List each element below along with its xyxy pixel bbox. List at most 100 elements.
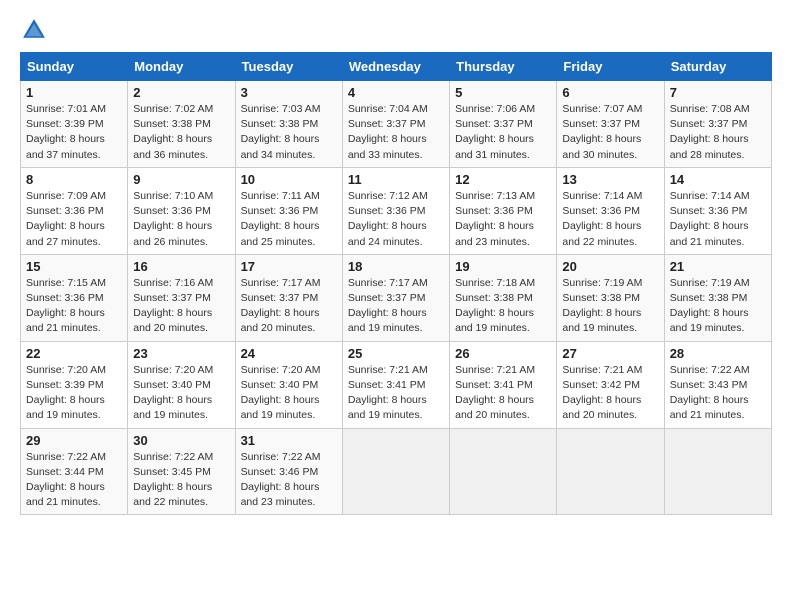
day-number: 20 <box>562 259 658 274</box>
day-number: 13 <box>562 172 658 187</box>
day-number: 10 <box>241 172 337 187</box>
calendar-week-2: 8 Sunrise: 7:09 AMSunset: 3:36 PMDaylight… <box>21 167 772 254</box>
day-detail: Sunrise: 7:03 AMSunset: 3:38 PMDaylight:… <box>241 102 337 163</box>
day-detail: Sunrise: 7:20 AMSunset: 3:40 PMDaylight:… <box>133 363 229 424</box>
day-number: 8 <box>26 172 122 187</box>
day-header-thursday: Thursday <box>450 53 557 81</box>
empty-cell <box>450 428 557 515</box>
day-cell-31: 31 Sunrise: 7:22 AMSunset: 3:46 PMDayligh… <box>235 428 342 515</box>
day-detail: Sunrise: 7:11 AMSunset: 3:36 PMDaylight:… <box>241 189 337 250</box>
day-cell-15: 15 Sunrise: 7:15 AMSunset: 3:36 PMDayligh… <box>21 254 128 341</box>
calendar-week-5: 29 Sunrise: 7:22 AMSunset: 3:44 PMDayligh… <box>21 428 772 515</box>
day-detail: Sunrise: 7:13 AMSunset: 3:36 PMDaylight:… <box>455 189 551 250</box>
day-detail: Sunrise: 7:21 AMSunset: 3:41 PMDaylight:… <box>348 363 444 424</box>
day-detail: Sunrise: 7:22 AMSunset: 3:44 PMDaylight:… <box>26 450 122 511</box>
day-detail: Sunrise: 7:19 AMSunset: 3:38 PMDaylight:… <box>670 276 766 337</box>
day-cell-27: 27Sunrise: 7:21 AMSunset: 3:42 PMDayligh… <box>557 341 664 428</box>
day-number: 1 <box>26 85 122 100</box>
day-cell-2: 2 Sunrise: 7:02 AMSunset: 3:38 PMDaylight… <box>128 81 235 168</box>
day-detail: Sunrise: 7:14 AMSunset: 3:36 PMDaylight:… <box>670 189 766 250</box>
day-cell-28: 28 Sunrise: 7:22 AMSunset: 3:43 PMDayligh… <box>664 341 771 428</box>
day-cell-24: 24Sunrise: 7:20 AMSunset: 3:40 PMDayligh… <box>235 341 342 428</box>
day-detail: Sunrise: 7:12 AMSunset: 3:36 PMDaylight:… <box>348 189 444 250</box>
day-number: 12 <box>455 172 551 187</box>
day-header-wednesday: Wednesday <box>342 53 449 81</box>
day-number: 14 <box>670 172 766 187</box>
day-cell-4: 4 Sunrise: 7:04 AMSunset: 3:37 PMDaylight… <box>342 81 449 168</box>
day-number: 30 <box>133 433 229 448</box>
day-cell-21: 21Sunrise: 7:19 AMSunset: 3:38 PMDayligh… <box>664 254 771 341</box>
empty-cell <box>557 428 664 515</box>
day-number: 27 <box>562 346 658 361</box>
day-cell-8: 8 Sunrise: 7:09 AMSunset: 3:36 PMDaylight… <box>21 167 128 254</box>
day-number: 22 <box>26 346 122 361</box>
day-number: 2 <box>133 85 229 100</box>
day-number: 5 <box>455 85 551 100</box>
day-cell-14: 14 Sunrise: 7:14 AMSunset: 3:36 PMDayligh… <box>664 167 771 254</box>
day-detail: Sunrise: 7:01 AMSunset: 3:39 PMDaylight:… <box>26 102 122 163</box>
day-detail: Sunrise: 7:09 AMSunset: 3:36 PMDaylight:… <box>26 189 122 250</box>
day-detail: Sunrise: 7:22 AMSunset: 3:45 PMDaylight:… <box>133 450 229 511</box>
day-cell-25: 25 Sunrise: 7:21 AMSunset: 3:41 PMDayligh… <box>342 341 449 428</box>
calendar-week-1: 1 Sunrise: 7:01 AMSunset: 3:39 PMDaylight… <box>21 81 772 168</box>
day-cell-17: 17Sunrise: 7:17 AMSunset: 3:37 PMDayligh… <box>235 254 342 341</box>
day-number: 16 <box>133 259 229 274</box>
day-number: 31 <box>241 433 337 448</box>
day-cell-13: 13 Sunrise: 7:14 AMSunset: 3:36 PMDayligh… <box>557 167 664 254</box>
day-detail: Sunrise: 7:22 AMSunset: 3:46 PMDaylight:… <box>241 450 337 511</box>
day-number: 3 <box>241 85 337 100</box>
day-cell-3: 3 Sunrise: 7:03 AMSunset: 3:38 PMDaylight… <box>235 81 342 168</box>
day-detail: Sunrise: 7:06 AMSunset: 3:37 PMDaylight:… <box>455 102 551 163</box>
empty-cell <box>342 428 449 515</box>
day-number: 11 <box>348 172 444 187</box>
day-cell-19: 19Sunrise: 7:18 AMSunset: 3:38 PMDayligh… <box>450 254 557 341</box>
day-detail: Sunrise: 7:20 AMSunset: 3:40 PMDaylight:… <box>241 363 337 424</box>
day-number: 7 <box>670 85 766 100</box>
day-detail: Sunrise: 7:21 AMSunset: 3:41 PMDaylight:… <box>455 363 551 424</box>
day-number: 18 <box>348 259 444 274</box>
day-cell-18: 18 Sunrise: 7:17 AMSunset: 3:37 PMDayligh… <box>342 254 449 341</box>
day-detail: Sunrise: 7:20 AMSunset: 3:39 PMDaylight:… <box>26 363 122 424</box>
header <box>20 16 772 44</box>
day-header-tuesday: Tuesday <box>235 53 342 81</box>
day-detail: Sunrise: 7:10 AMSunset: 3:36 PMDaylight:… <box>133 189 229 250</box>
day-detail: Sunrise: 7:04 AMSunset: 3:37 PMDaylight:… <box>348 102 444 163</box>
day-detail: Sunrise: 7:14 AMSunset: 3:36 PMDaylight:… <box>562 189 658 250</box>
day-detail: Sunrise: 7:22 AMSunset: 3:43 PMDaylight:… <box>670 363 766 424</box>
empty-cell <box>664 428 771 515</box>
day-detail: Sunrise: 7:17 AMSunset: 3:37 PMDaylight:… <box>348 276 444 337</box>
day-cell-11: 11 Sunrise: 7:12 AMSunset: 3:36 PMDayligh… <box>342 167 449 254</box>
calendar-week-4: 22 Sunrise: 7:20 AMSunset: 3:39 PMDayligh… <box>21 341 772 428</box>
day-cell-30: 30 Sunrise: 7:22 AMSunset: 3:45 PMDayligh… <box>128 428 235 515</box>
day-header-monday: Monday <box>128 53 235 81</box>
day-number: 15 <box>26 259 122 274</box>
day-detail: Sunrise: 7:02 AMSunset: 3:38 PMDaylight:… <box>133 102 229 163</box>
day-number: 23 <box>133 346 229 361</box>
logo-icon <box>20 16 48 44</box>
calendar-table: SundayMondayTuesdayWednesdayThursdayFrid… <box>20 52 772 515</box>
day-detail: Sunrise: 7:15 AMSunset: 3:36 PMDaylight:… <box>26 276 122 337</box>
day-detail: Sunrise: 7:19 AMSunset: 3:38 PMDaylight:… <box>562 276 658 337</box>
day-detail: Sunrise: 7:08 AMSunset: 3:37 PMDaylight:… <box>670 102 766 163</box>
day-header-friday: Friday <box>557 53 664 81</box>
day-cell-23: 23 Sunrise: 7:20 AMSunset: 3:40 PMDayligh… <box>128 341 235 428</box>
day-cell-5: 5 Sunrise: 7:06 AMSunset: 3:37 PMDaylight… <box>450 81 557 168</box>
day-cell-20: 20 Sunrise: 7:19 AMSunset: 3:38 PMDayligh… <box>557 254 664 341</box>
logo <box>20 16 52 44</box>
calendar-week-3: 15 Sunrise: 7:15 AMSunset: 3:36 PMDayligh… <box>21 254 772 341</box>
day-number: 9 <box>133 172 229 187</box>
day-cell-7: 7 Sunrise: 7:08 AMSunset: 3:37 PMDaylight… <box>664 81 771 168</box>
day-cell-22: 22 Sunrise: 7:20 AMSunset: 3:39 PMDayligh… <box>21 341 128 428</box>
day-number: 28 <box>670 346 766 361</box>
day-number: 29 <box>26 433 122 448</box>
day-number: 25 <box>348 346 444 361</box>
day-cell-26: 26 Sunrise: 7:21 AMSunset: 3:41 PMDayligh… <box>450 341 557 428</box>
day-cell-1: 1 Sunrise: 7:01 AMSunset: 3:39 PMDaylight… <box>21 81 128 168</box>
day-detail: Sunrise: 7:18 AMSunset: 3:38 PMDaylight:… <box>455 276 551 337</box>
day-cell-6: 6Sunrise: 7:07 AMSunset: 3:37 PMDaylight… <box>557 81 664 168</box>
day-number: 26 <box>455 346 551 361</box>
day-number: 17 <box>241 259 337 274</box>
day-number: 4 <box>348 85 444 100</box>
day-cell-10: 10 Sunrise: 7:11 AMSunset: 3:36 PMDayligh… <box>235 167 342 254</box>
day-cell-16: 16Sunrise: 7:16 AMSunset: 3:37 PMDayligh… <box>128 254 235 341</box>
